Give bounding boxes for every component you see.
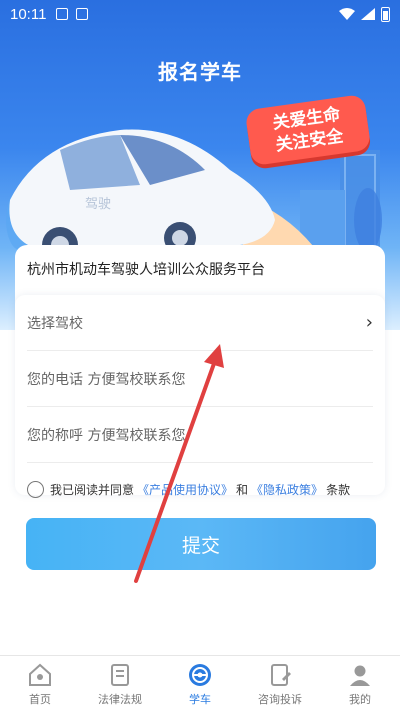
tab-law-label: 法律法规 — [98, 693, 142, 706]
agreement-row: 我已阅读并同意 《产品使用协议》 和 《隐私政策》 条款 — [27, 481, 350, 498]
signal-icon — [361, 8, 375, 20]
gallery-notification-icon — [56, 8, 69, 20]
tab-home-label: 首页 — [29, 693, 51, 706]
profile-icon — [350, 665, 370, 686]
battery-icon — [381, 6, 390, 22]
home-icon — [29, 663, 51, 686]
product-agreement-link[interactable]: 《产品使用协议》 — [137, 481, 233, 498]
tab-profile[interactable]: 我的 — [320, 656, 400, 711]
phone-field[interactable]: 您的电话 方便驾校联系您 — [27, 351, 373, 407]
tab-consult[interactable]: 咨询投诉 — [240, 656, 320, 711]
phone-placeholder: 您的电话 方便驾校联系您 — [27, 371, 186, 388]
wifi-icon — [339, 8, 355, 20]
submit-button[interactable]: 提交 — [26, 518, 376, 570]
school-select[interactable]: 选择驾校 › — [27, 295, 373, 351]
chevron-right-icon: › — [365, 312, 373, 333]
signup-card: 杭州市机动车驾驶人培训公众服务平台 选择驾校 › 您的电话 方便驾校联系您 您的… — [15, 245, 385, 665]
agreement-prefix: 我已阅读并同意 — [50, 483, 135, 497]
signup-form: 选择驾校 › 您的电话 方便驾校联系您 您的称呼 方便驾校联系您 — [15, 295, 385, 495]
app-notification-icon — [76, 8, 89, 20]
tab-learn-driving-label: 学车 — [189, 693, 211, 706]
tab-home[interactable]: 首页 — [0, 656, 80, 711]
law-book-icon — [111, 664, 129, 686]
bottom-tabbar: 首页 法律法规 学车 咨询投诉 我的 — [0, 655, 400, 711]
agreement-suffix: 条款 — [326, 483, 351, 497]
school-select-label: 选择驾校 — [27, 315, 83, 332]
tab-learn-driving[interactable]: 学车 — [160, 656, 240, 711]
platform-title: 杭州市机动车驾驶人培训公众服务平台 — [27, 262, 265, 278]
steering-wheel-icon — [189, 664, 211, 686]
page-title: 报名学车 — [158, 60, 242, 84]
car-door-text: 驾驶 — [85, 197, 111, 212]
status-bar: 10:11 — [0, 0, 400, 28]
status-time: 10:11 — [10, 5, 47, 23]
agree-checkbox[interactable] — [27, 481, 44, 498]
name-field[interactable]: 您的称呼 方便驾校联系您 — [27, 407, 373, 463]
agreement-and: 和 — [236, 483, 249, 497]
tab-law[interactable]: 法律法规 — [80, 656, 160, 711]
name-placeholder: 您的称呼 方便驾校联系您 — [27, 427, 186, 444]
status-right — [339, 6, 390, 22]
tab-consult-label: 咨询投诉 — [258, 693, 302, 706]
complaint-doc-icon — [271, 664, 291, 686]
privacy-policy-link[interactable]: 《隐私政策》 — [251, 481, 323, 498]
tab-profile-label: 我的 — [349, 693, 371, 706]
